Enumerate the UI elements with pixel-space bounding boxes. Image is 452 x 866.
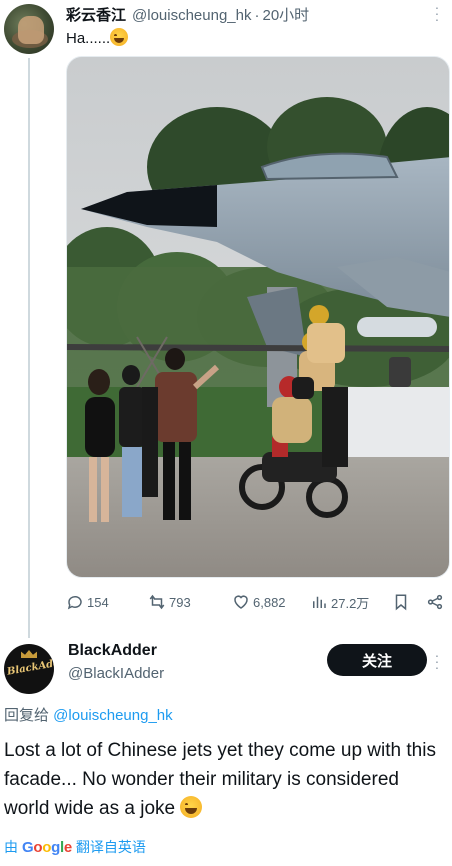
author-avatar[interactable]: [4, 4, 54, 54]
more-vertical-icon[interactable]: · · ·: [434, 648, 440, 674]
reply-text: Lost a lot of Chinese jets yet they come…: [4, 736, 448, 823]
bookmark-button[interactable]: [392, 593, 413, 611]
follow-button[interactable]: 关注: [327, 644, 427, 676]
repost-count: 793: [169, 594, 191, 610]
reply-post[interactable]: BlackAdder BlackAdder @BlackIAdder 关注 · ·…: [0, 640, 452, 866]
views-bar-icon: [313, 596, 326, 608]
post-photo[interactable]: [66, 56, 450, 578]
replying-to-line: 回复给 @louischeung_hk: [4, 704, 173, 725]
reply-text-content: Lost a lot of Chinese jets yet they come…: [4, 740, 436, 819]
face-with-tears-of-joy-icon: [180, 796, 203, 818]
replying-to-link[interactable]: @louischeung_hk: [53, 707, 172, 724]
original-post[interactable]: 彩云香江 @louischeung_hk · 20小时 · · · Ha......: [0, 0, 452, 640]
post-action-bar: 154 793 6,882 27.2万: [66, 590, 450, 614]
translate-label: 翻译自英语: [75, 839, 146, 855]
replying-to-prefix: 回复给: [4, 707, 54, 724]
translate-post-link[interactable]: 由 Google 翻译自英语: [4, 837, 146, 857]
views-button[interactable]: 27.2万: [310, 593, 369, 612]
share-icon: [427, 594, 443, 610]
reply-author-handle[interactable]: @BlackIAdder: [68, 665, 164, 682]
author-handle[interactable]: @louischeung_hk: [132, 7, 251, 24]
reply-author-display-name[interactable]: BlackAdder: [68, 642, 157, 660]
thread-connector-line: [28, 58, 30, 638]
avatar-logo-text: BlackAdder: [6, 655, 54, 678]
translate-by-label: 由: [4, 839, 18, 855]
separator-dot: ·: [254, 7, 260, 24]
more-vertical-icon[interactable]: · · ·: [434, 0, 440, 26]
google-logo: Google: [22, 838, 72, 856]
post-timestamp[interactable]: 20小时: [263, 4, 310, 25]
photo-scene-jet-and-motorbike: [67, 57, 449, 577]
post-text-content: Ha......: [66, 30, 111, 47]
author-display-name[interactable]: 彩云香江: [66, 4, 126, 25]
reply-author-avatar[interactable]: BlackAdder: [4, 644, 54, 694]
like-count: 6,882: [253, 594, 286, 610]
repost-icon: [149, 594, 165, 610]
post-header: 彩云香江 @louischeung_hk · 20小时: [66, 4, 442, 24]
face-with-tears-of-joy-icon: [110, 28, 129, 46]
post-text: Ha......: [66, 28, 129, 47]
reply-button[interactable]: 154: [66, 593, 109, 611]
heart-icon: [234, 595, 248, 609]
view-count: 27.2万: [331, 595, 370, 611]
bookmark-icon: [395, 594, 407, 611]
repost-button[interactable]: 793: [148, 593, 191, 611]
share-button[interactable]: [426, 593, 447, 611]
reply-count: 154: [87, 594, 109, 610]
comment-icon: [67, 595, 82, 610]
like-button[interactable]: 6,882: [232, 593, 286, 611]
